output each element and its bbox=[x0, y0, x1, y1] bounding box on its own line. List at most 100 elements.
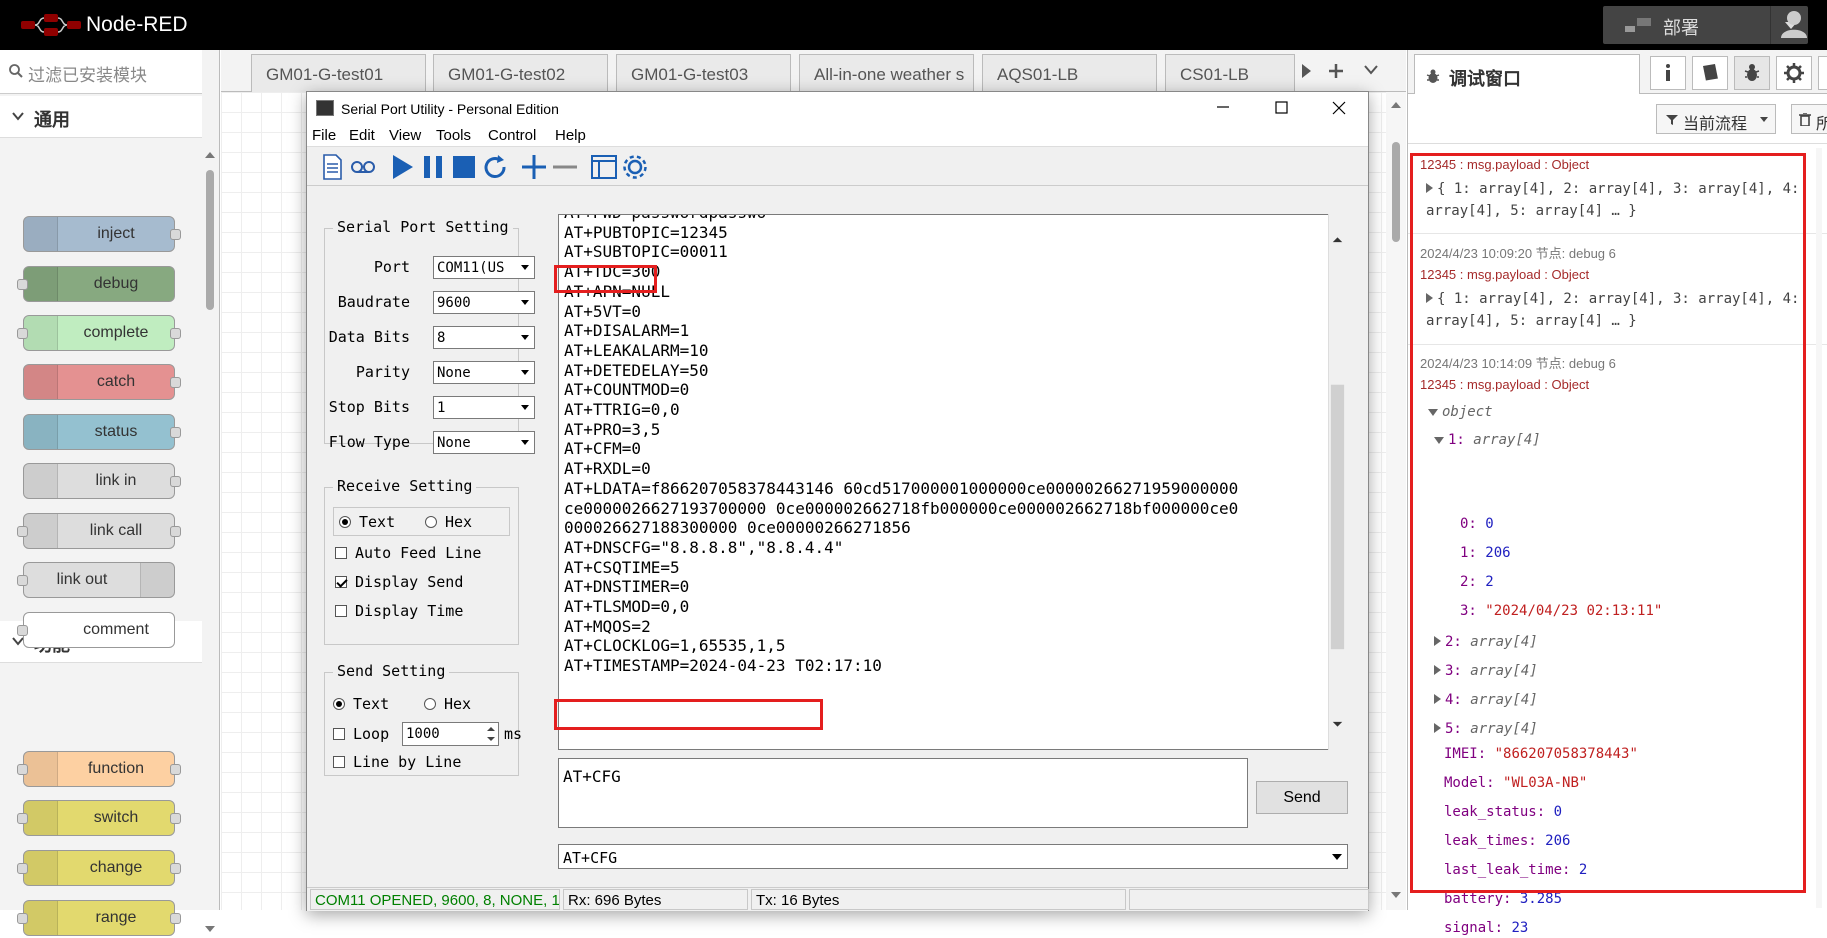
tab-scroll-right-icon[interactable] bbox=[1298, 62, 1314, 80]
palette-filter-placeholder: 过滤已安装模块 bbox=[28, 66, 147, 85]
loop-checkbox[interactable]: Loop bbox=[333, 725, 389, 743]
receive-scrollbar[interactable] bbox=[1328, 214, 1346, 750]
line-by-line-checkbox[interactable]: Line by Line bbox=[333, 753, 461, 771]
tab-debug[interactable]: 调试窗口 bbox=[1414, 54, 1640, 95]
palette-node[interactable]: comment bbox=[17, 612, 175, 648]
palette-node[interactable]: change bbox=[17, 850, 181, 886]
palette-node[interactable]: range bbox=[17, 900, 181, 936]
checkbox-icon bbox=[333, 728, 345, 740]
close-icon[interactable] bbox=[1310, 92, 1368, 124]
port-field-value: 8 bbox=[437, 330, 446, 346]
port-field-select[interactable]: COM11(US bbox=[433, 256, 535, 279]
auto-feed-line-checkbox[interactable]: Auto Feed Line bbox=[335, 544, 481, 562]
display-time-checkbox[interactable]: Display Time bbox=[335, 602, 463, 620]
receive-line: AT+RXDL=0 bbox=[564, 459, 651, 479]
debug-button[interactable] bbox=[1734, 56, 1770, 90]
receive-lines: AT+PWD=passwordpasswoAT+PUBTOPIC=12345AT… bbox=[564, 215, 1239, 676]
receive-line: AT+APN=NULL bbox=[564, 281, 670, 301]
tab-cs01-lb[interactable]: CS01-LB bbox=[1165, 54, 1295, 92]
debug-clear-button[interactable]: 所有 bbox=[1791, 104, 1827, 134]
palette-node[interactable]: status bbox=[23, 414, 181, 450]
info-button[interactable] bbox=[1650, 56, 1686, 90]
tab-weather[interactable]: All-in-one weather s bbox=[799, 54, 974, 92]
palette-node[interactable]: inject bbox=[23, 216, 181, 252]
window-layout-icon[interactable] bbox=[589, 152, 619, 182]
debug-scrollbar[interactable] bbox=[1812, 148, 1826, 908]
palette-node[interactable]: link out bbox=[17, 562, 175, 598]
palette-node[interactable]: function bbox=[17, 751, 181, 787]
tree-property[interactable]: signal: 23 bbox=[1444, 920, 1528, 936]
menu-edit[interactable]: Edit bbox=[349, 127, 375, 144]
canvas-scrollbar[interactable] bbox=[1386, 92, 1406, 910]
palette-node[interactable]: catch bbox=[23, 364, 181, 400]
serial-port-utility-window: Serial Port Utility - Personal Edition F… bbox=[306, 91, 1369, 911]
menu-control[interactable]: Control bbox=[488, 127, 536, 144]
maximize-icon[interactable] bbox=[1252, 92, 1310, 124]
input-port bbox=[17, 526, 28, 537]
tab-gm01-g-test01[interactable]: GM01-G-test01 bbox=[251, 54, 426, 92]
output-port bbox=[170, 377, 181, 388]
send-hex-radio[interactable]: Hex bbox=[424, 695, 471, 713]
stop-icon[interactable] bbox=[449, 152, 479, 182]
palette-scrollbar[interactable] bbox=[202, 148, 218, 938]
palette-node-label: status bbox=[94, 423, 138, 440]
palette-node[interactable]: complete bbox=[17, 315, 181, 351]
tab-gm01-g-test03[interactable]: GM01-G-test03 bbox=[616, 54, 791, 92]
flow-menu-chevron-down-icon[interactable] bbox=[1364, 65, 1378, 75]
receive-line: AT+DISALARM=1 bbox=[564, 321, 690, 341]
palette-filter[interactable]: 过滤已安装模块 bbox=[0, 50, 202, 94]
receive-hex-radio[interactable]: Hex bbox=[425, 513, 472, 531]
checkbox-icon bbox=[333, 756, 345, 768]
radio-icon bbox=[333, 698, 345, 710]
input-port bbox=[17, 913, 28, 924]
command-history-select[interactable]: AT+CFG bbox=[558, 844, 1348, 869]
settings-gear-icon[interactable] bbox=[620, 152, 650, 182]
debug-filter-select[interactable]: 当前流程 bbox=[1656, 104, 1776, 134]
menu-tools[interactable]: Tools bbox=[436, 127, 471, 144]
send-button[interactable]: Send bbox=[1256, 781, 1348, 814]
port-field-select[interactable]: 1 bbox=[433, 396, 535, 419]
add-flow-icon[interactable] bbox=[1327, 62, 1345, 80]
receive-text-area[interactable]: AT+PWD=passwordpasswoAT+PUBTOPIC=12345AT… bbox=[558, 214, 1346, 750]
record-icon[interactable] bbox=[348, 152, 378, 182]
receive-line: AT+TIMESTAMP=2024-04-23 T02:17:10 bbox=[564, 656, 882, 676]
new-document-icon[interactable] bbox=[317, 152, 347, 182]
menu-help[interactable]: Help bbox=[555, 127, 586, 144]
tree-property[interactable]: battery: 3.285 bbox=[1444, 891, 1562, 907]
group-title: Serial Port Setting bbox=[333, 218, 513, 236]
menu-view[interactable]: View bbox=[389, 127, 421, 144]
remove-icon[interactable] bbox=[550, 152, 580, 182]
help-button[interactable] bbox=[1692, 56, 1728, 90]
palette-node[interactable]: switch bbox=[17, 800, 181, 836]
command-value: AT+CFG bbox=[563, 849, 618, 867]
palette-node[interactable]: link call bbox=[17, 513, 181, 549]
tab-aqs01-lb[interactable]: AQS01-LB bbox=[982, 54, 1157, 92]
user-icon[interactable] bbox=[1778, 8, 1810, 40]
refresh-icon[interactable] bbox=[480, 152, 510, 182]
palette-node[interactable]: debug bbox=[17, 266, 175, 302]
port-field-select[interactable]: 8 bbox=[433, 326, 535, 349]
port-field-value: COM11(US bbox=[437, 260, 505, 276]
receive-text-radio[interactable]: Text bbox=[339, 513, 395, 531]
node-palette: 过滤已安装模块 通用 功能 injectdebugcompletecatchst… bbox=[0, 50, 220, 936]
port-field-select[interactable]: None bbox=[433, 361, 535, 384]
spinner-icon[interactable] bbox=[484, 723, 498, 745]
receive-line: AT+LDATA=f866207058378443146 60cd5170000… bbox=[564, 478, 1239, 498]
config-button[interactable] bbox=[1776, 56, 1812, 90]
send-text-radio[interactable]: Text bbox=[333, 695, 389, 713]
play-icon[interactable] bbox=[387, 152, 417, 182]
pause-icon[interactable] bbox=[418, 152, 448, 182]
send-text-area[interactable]: AT+CFG bbox=[558, 758, 1248, 828]
menu-file[interactable]: File bbox=[312, 127, 336, 144]
loop-interval-input[interactable]: 1000 bbox=[402, 722, 499, 746]
port-field-select[interactable]: None bbox=[433, 431, 535, 454]
display-send-checkbox[interactable]: Display Send bbox=[335, 573, 463, 591]
output-port bbox=[170, 328, 181, 339]
more-button[interactable] bbox=[1818, 56, 1827, 90]
minimize-icon[interactable] bbox=[1194, 92, 1252, 124]
tab-gm01-g-test02[interactable]: GM01-G-test02 bbox=[433, 54, 608, 92]
palette-node[interactable]: link in bbox=[23, 463, 181, 499]
port-field-select[interactable]: 9600 bbox=[433, 291, 535, 314]
add-icon[interactable] bbox=[519, 152, 549, 182]
category-common[interactable]: 通用 bbox=[0, 96, 202, 138]
